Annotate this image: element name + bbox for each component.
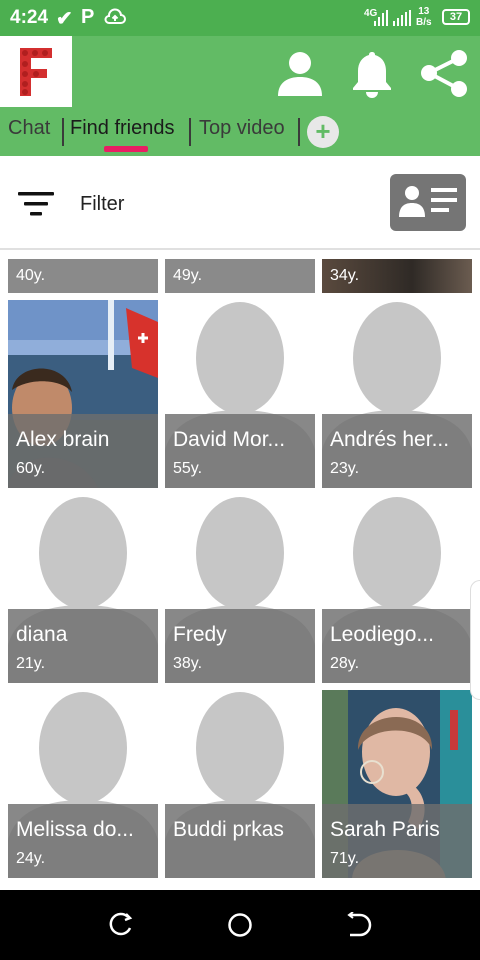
contact-card-icon (399, 186, 457, 217)
status-bar: 4:24 ✔ P 4G 13 B/s 37 (0, 0, 480, 36)
rose-logo-f (20, 48, 52, 96)
user-name: Sarah Paris (330, 818, 440, 841)
user-name: Andrés her... (330, 428, 450, 451)
user-card-partial[interactable]: 40y. (8, 259, 158, 293)
tab-bar: Chat Find friends Top video + (0, 112, 480, 156)
back-icon[interactable] (346, 912, 372, 938)
system-nav-bar (0, 890, 480, 960)
bell-icon[interactable] (345, 46, 399, 100)
share-icon[interactable] (417, 46, 471, 100)
tab-divider (298, 118, 300, 146)
user-age: 38y. (173, 655, 203, 672)
app-logo (0, 36, 72, 107)
user-card[interactable]: Fredy 38y. (165, 495, 315, 683)
user-age: 40y. (16, 267, 46, 284)
profile-card-button[interactable] (390, 174, 466, 231)
cloud-upload-icon (104, 8, 126, 24)
user-name: Melissa do... (16, 818, 134, 841)
user-age: 23y. (330, 460, 360, 477)
user-name: Fredy (173, 623, 227, 646)
user-name: diana (16, 623, 68, 646)
user-card[interactable]: Andrés her... 23y. (322, 300, 472, 488)
user-age: 28y. (330, 655, 360, 672)
filter-icon[interactable] (18, 192, 54, 216)
user-card[interactable]: Alex brain 60y. (8, 300, 158, 488)
user-card[interactable]: Buddi prkas (165, 690, 315, 878)
app-screen: 4:24 ✔ P 4G 13 B/s 37 Chat Find friends … (0, 0, 480, 960)
network-speed: 13 B/s (416, 6, 432, 28)
user-card[interactable]: diana 21y. (8, 495, 158, 683)
tab-find-friends[interactable]: Find friends (70, 117, 175, 140)
add-tab-button[interactable]: + (307, 116, 339, 148)
user-name: David Mor... (173, 428, 286, 451)
battery-icon: 37 (442, 9, 470, 25)
side-panel-handle[interactable] (470, 580, 480, 700)
user-card[interactable]: Sarah Paris 71y. (322, 690, 472, 878)
tab-divider (189, 118, 191, 146)
user-card-partial[interactable]: 34y. (322, 259, 472, 293)
user-age: 34y. (330, 267, 360, 284)
user-age: 21y. (16, 655, 46, 672)
user-age: 55y. (173, 460, 203, 477)
app-header: Chat Find friends Top video + (0, 36, 480, 156)
user-card-partial[interactable]: 49y. (165, 259, 315, 293)
user-card[interactable]: Melissa do... 24y. (8, 690, 158, 878)
user-age: 60y. (16, 460, 46, 477)
tab-chat[interactable]: Chat (8, 117, 50, 140)
filter-label[interactable]: Filter (80, 193, 124, 216)
filter-bar: Filter (0, 156, 480, 250)
user-card[interactable]: David Mor... 55y. (165, 300, 315, 488)
tab-divider (62, 118, 64, 146)
user-age: 24y. (16, 850, 46, 867)
check-icon: ✔ (56, 8, 73, 30)
tab-top-video[interactable]: Top video (199, 117, 285, 140)
user-age: 49y. (173, 267, 203, 284)
user-age: 71y. (330, 850, 360, 867)
user-name: Leodiego... (330, 623, 434, 646)
user-name: Buddi prkas (173, 818, 284, 841)
user-card[interactable]: Leodiego... 28y. (322, 495, 472, 683)
home-icon[interactable] (227, 912, 253, 938)
recent-apps-icon[interactable] (108, 912, 134, 938)
users-grid: 40y. 49y. 34y. Alex brain 60y. David Mor… (0, 250, 480, 890)
profile-icon[interactable] (273, 46, 327, 100)
active-tab-indicator (104, 146, 148, 152)
signal-icon (374, 10, 388, 26)
status-time: 4:24 (10, 7, 49, 28)
signal-icon-2 (393, 10, 411, 26)
p-notification-icon: P (81, 6, 95, 28)
user-name: Alex brain (16, 428, 110, 451)
